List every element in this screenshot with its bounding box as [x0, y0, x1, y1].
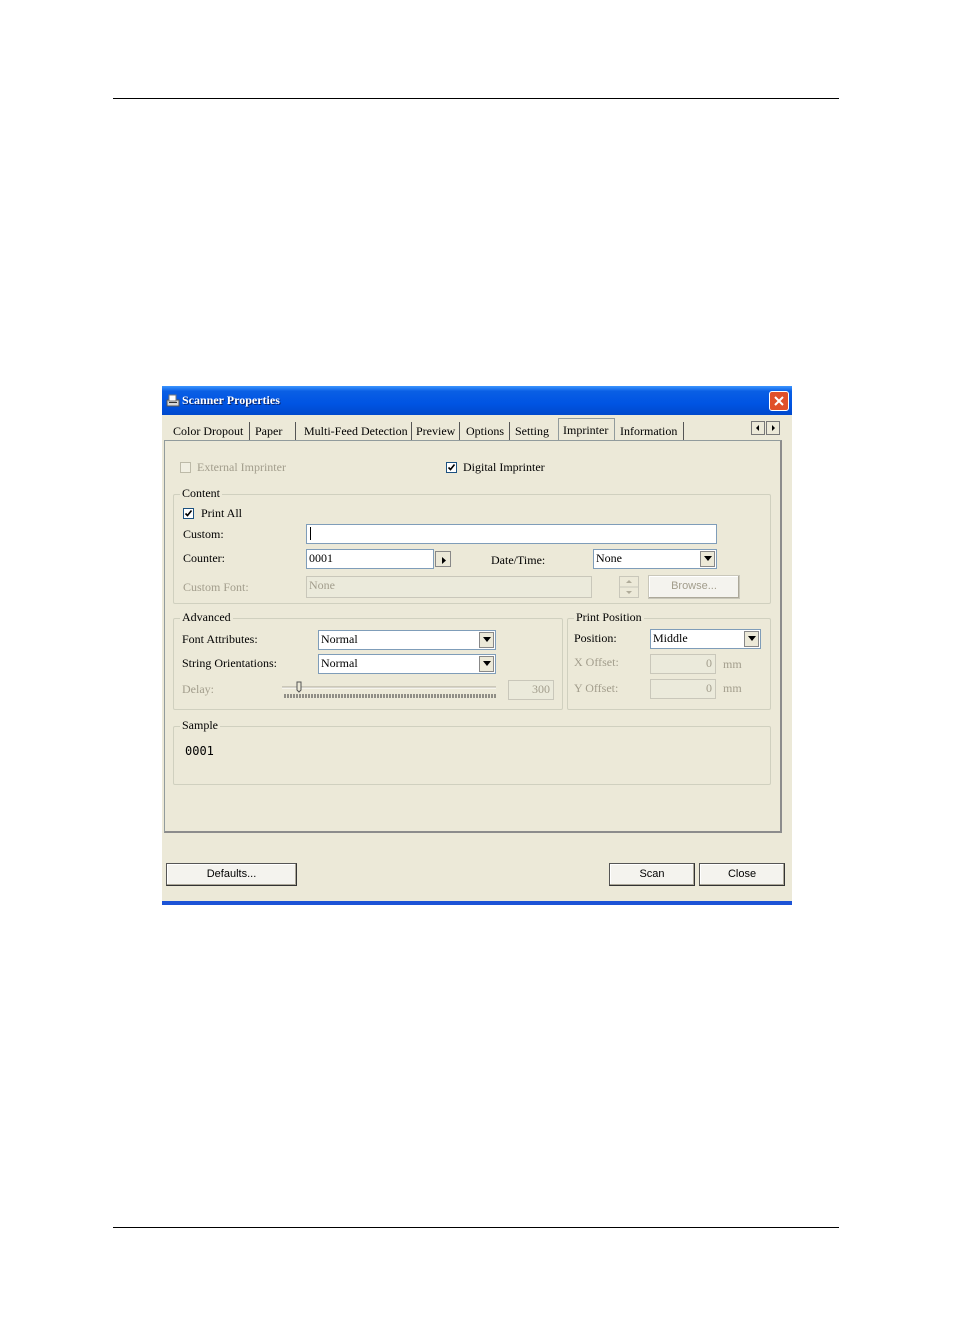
chevron-down-icon: [483, 637, 491, 642]
y-offset-label: Y Offset:: [574, 681, 619, 695]
dropdown-button[interactable]: [479, 632, 494, 648]
tab-information[interactable]: Information: [616, 422, 684, 440]
font-attributes-select[interactable]: Normal: [318, 630, 496, 650]
position-label: Position:: [574, 631, 617, 645]
advanced-caption: Advanced: [180, 610, 233, 625]
external-imprinter-label: External Imprinter: [197, 460, 286, 474]
delay-slider[interactable]: [282, 680, 497, 702]
string-orientations-value: Normal: [321, 656, 358, 670]
print-all-checkbox[interactable]: [183, 508, 194, 519]
defaults-button[interactable]: Defaults...: [166, 863, 297, 886]
spin-arrows-icon: [620, 580, 638, 594]
arrow-right-icon: [442, 557, 446, 564]
x-offset-input[interactable]: 0: [650, 654, 716, 674]
dropdown-button[interactable]: [744, 631, 759, 647]
y-offset-input[interactable]: 0: [650, 679, 716, 699]
tab-scroll-right-button[interactable]: [766, 421, 780, 435]
content-caption: Content: [180, 486, 222, 501]
sample-output-text: 0001: [185, 744, 214, 758]
close-window-button[interactable]: [769, 391, 789, 411]
tab-preview[interactable]: Preview: [412, 422, 460, 440]
chevron-down-icon: [748, 636, 756, 641]
scanner-properties-dialog: Scanner Properties Color Dropout Paper M…: [162, 386, 792, 905]
position-value: Middle: [653, 631, 688, 645]
dropdown-button[interactable]: [700, 551, 715, 567]
text-cursor: [310, 527, 311, 540]
counter-input[interactable]: 0001: [306, 549, 434, 569]
arrow-left-icon: [756, 425, 759, 431]
counter-insert-button[interactable]: [435, 551, 451, 567]
tab-setting[interactable]: Setting: [511, 422, 559, 440]
tab-paper[interactable]: Paper: [251, 422, 296, 440]
arrow-right-icon: [772, 425, 775, 431]
window-title: Scanner Properties: [182, 393, 280, 407]
browse-button[interactable]: Browse...: [648, 575, 740, 599]
checkmark-icon: [184, 510, 193, 517]
x-offset-unit: mm: [723, 657, 742, 671]
footer-rule: [113, 1227, 839, 1228]
scan-button[interactable]: Scan: [609, 863, 695, 886]
tab-multi-feed-detection[interactable]: Multi-Feed Detection: [300, 422, 412, 440]
print-position-caption: Print Position: [574, 610, 644, 625]
imprinter-panel: External Imprinter Digital Imprinter Con…: [164, 440, 782, 833]
delay-label: Delay:: [182, 682, 214, 696]
chevron-down-icon: [483, 661, 491, 666]
x-offset-label: X Offset:: [574, 655, 619, 669]
digital-imprinter-label: Digital Imprinter: [463, 460, 545, 474]
position-select[interactable]: Middle: [650, 629, 761, 649]
font-attributes-value: Normal: [321, 632, 358, 646]
datetime-select[interactable]: None: [593, 549, 717, 569]
sample-group: Sample: [173, 718, 771, 785]
close-button[interactable]: Close: [699, 863, 785, 886]
checkmark-icon: [447, 464, 456, 471]
print-all-label: Print All: [201, 506, 243, 520]
string-orientations-label: String Orientations:: [182, 656, 277, 670]
tab-strip: Color Dropout Paper Multi-Feed Detection…: [165, 417, 787, 441]
title-bar[interactable]: Scanner Properties: [162, 386, 792, 415]
custom-font-input[interactable]: None: [306, 576, 592, 598]
digital-imprinter-checkbox[interactable]: [446, 462, 457, 473]
font-attributes-label: Font Attributes:: [182, 632, 258, 646]
tab-imprinter[interactable]: Imprinter: [558, 418, 615, 440]
y-offset-unit: mm: [723, 681, 742, 695]
custom-text-input[interactable]: [306, 524, 717, 544]
header-rule: [113, 98, 839, 99]
custom-label: Custom:: [183, 527, 224, 541]
scanner-icon: [166, 394, 180, 407]
datetime-label: Date/Time:: [491, 553, 546, 567]
datetime-value: None: [596, 551, 622, 565]
custom-font-spinner[interactable]: [619, 576, 639, 598]
tab-scroll-left-button[interactable]: [751, 421, 765, 435]
counter-label: Counter:: [183, 551, 225, 565]
tab-color-dropout[interactable]: Color Dropout: [169, 422, 250, 440]
external-imprinter-checkbox[interactable]: [180, 462, 191, 473]
dropdown-button[interactable]: [479, 656, 494, 672]
slider-track-icon: [282, 681, 496, 698]
chevron-down-icon: [704, 556, 712, 561]
custom-font-label: Custom Font:: [183, 580, 249, 594]
delay-value-input[interactable]: 300: [508, 680, 554, 700]
sample-caption: Sample: [180, 718, 220, 733]
tab-options[interactable]: Options: [462, 422, 510, 440]
close-icon: [774, 396, 784, 406]
string-orientations-select[interactable]: Normal: [318, 654, 496, 674]
